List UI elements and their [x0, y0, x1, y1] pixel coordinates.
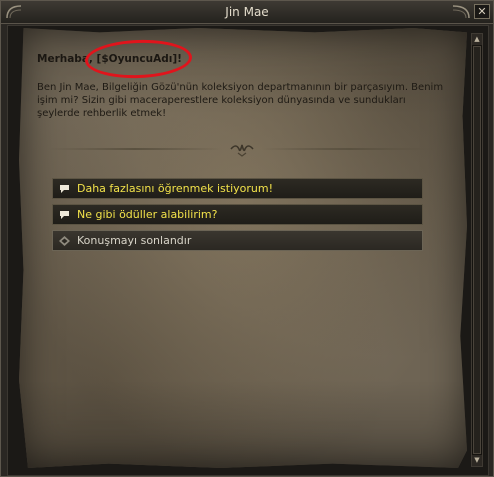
- scroll-thumb[interactable]: [473, 46, 481, 454]
- close-icon: ✕: [477, 5, 487, 18]
- ornamental-divider: [37, 141, 447, 157]
- ornament-icon: [230, 144, 254, 157]
- corner-ornament-icon: [452, 5, 470, 19]
- title-bar[interactable]: Jin Mae ✕: [1, 1, 493, 24]
- npc-dialog-text: Ben Jin Mae, Bilgeliğin Gözü'nün koleksi…: [37, 82, 444, 119]
- end-conversation-icon: [59, 236, 70, 246]
- dialog-option-end-conversation[interactable]: Konuşmayı sonlandır: [52, 230, 423, 251]
- option-label: Ne gibi ödüller alabilirim?: [77, 208, 218, 221]
- option-label: Konuşmayı sonlandır: [77, 234, 192, 247]
- scroll-up-arrow-icon[interactable]: ▲: [472, 34, 482, 45]
- scrollbar[interactable]: ▲ ▼: [471, 33, 483, 467]
- dialog-option-rewards[interactable]: Ne gibi ödüller alabilirim?: [52, 204, 423, 225]
- speech-bubble-icon: [60, 211, 69, 219]
- dialog-window: Jin Mae ✕ ▲ ▼ Merhaba, [$OyuncuAdı]! Ben…: [0, 0, 494, 477]
- speech-bubble-icon: [60, 185, 69, 193]
- close-button[interactable]: ✕: [474, 4, 490, 19]
- option-label: Daha fazlasını öğrenmek istiyorum!: [77, 182, 274, 195]
- scroll-down-arrow-icon[interactable]: ▼: [472, 455, 482, 466]
- dialog-option-learn-more[interactable]: Daha fazlasını öğrenmek istiyorum!: [52, 178, 423, 199]
- window-title: Jin Mae: [225, 5, 269, 19]
